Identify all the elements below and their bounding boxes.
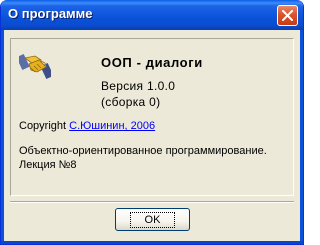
author-link[interactable]: С.Юшинин, 2006: [69, 120, 155, 132]
build-text: (сборка 0): [101, 95, 161, 109]
version-text: Версия 1.0.0: [101, 79, 176, 93]
handshake-icon: [19, 53, 51, 80]
copyright-line: Copyright С.Юшинин, 2006: [19, 120, 155, 132]
separator: [10, 201, 294, 203]
window-border-bottom: [1, 241, 303, 244]
about-dialog: О программе ООП - диалоги Версия 1.0.0 (…: [0, 0, 304, 245]
window-border-left: [1, 30, 4, 242]
copyright-label: Copyright: [19, 120, 67, 132]
window-border-right: [300, 30, 303, 242]
close-button[interactable]: [277, 5, 298, 26]
window-title: О программе: [8, 6, 93, 21]
product-name: ООП - диалоги: [101, 55, 203, 70]
title-bar[interactable]: О программе: [1, 0, 303, 30]
description-text: Объектно-ориентированное программировани…: [19, 145, 267, 171]
ok-button-label: OK: [129, 211, 176, 228]
ok-button[interactable]: OK: [115, 208, 190, 231]
close-icon: [282, 10, 293, 21]
